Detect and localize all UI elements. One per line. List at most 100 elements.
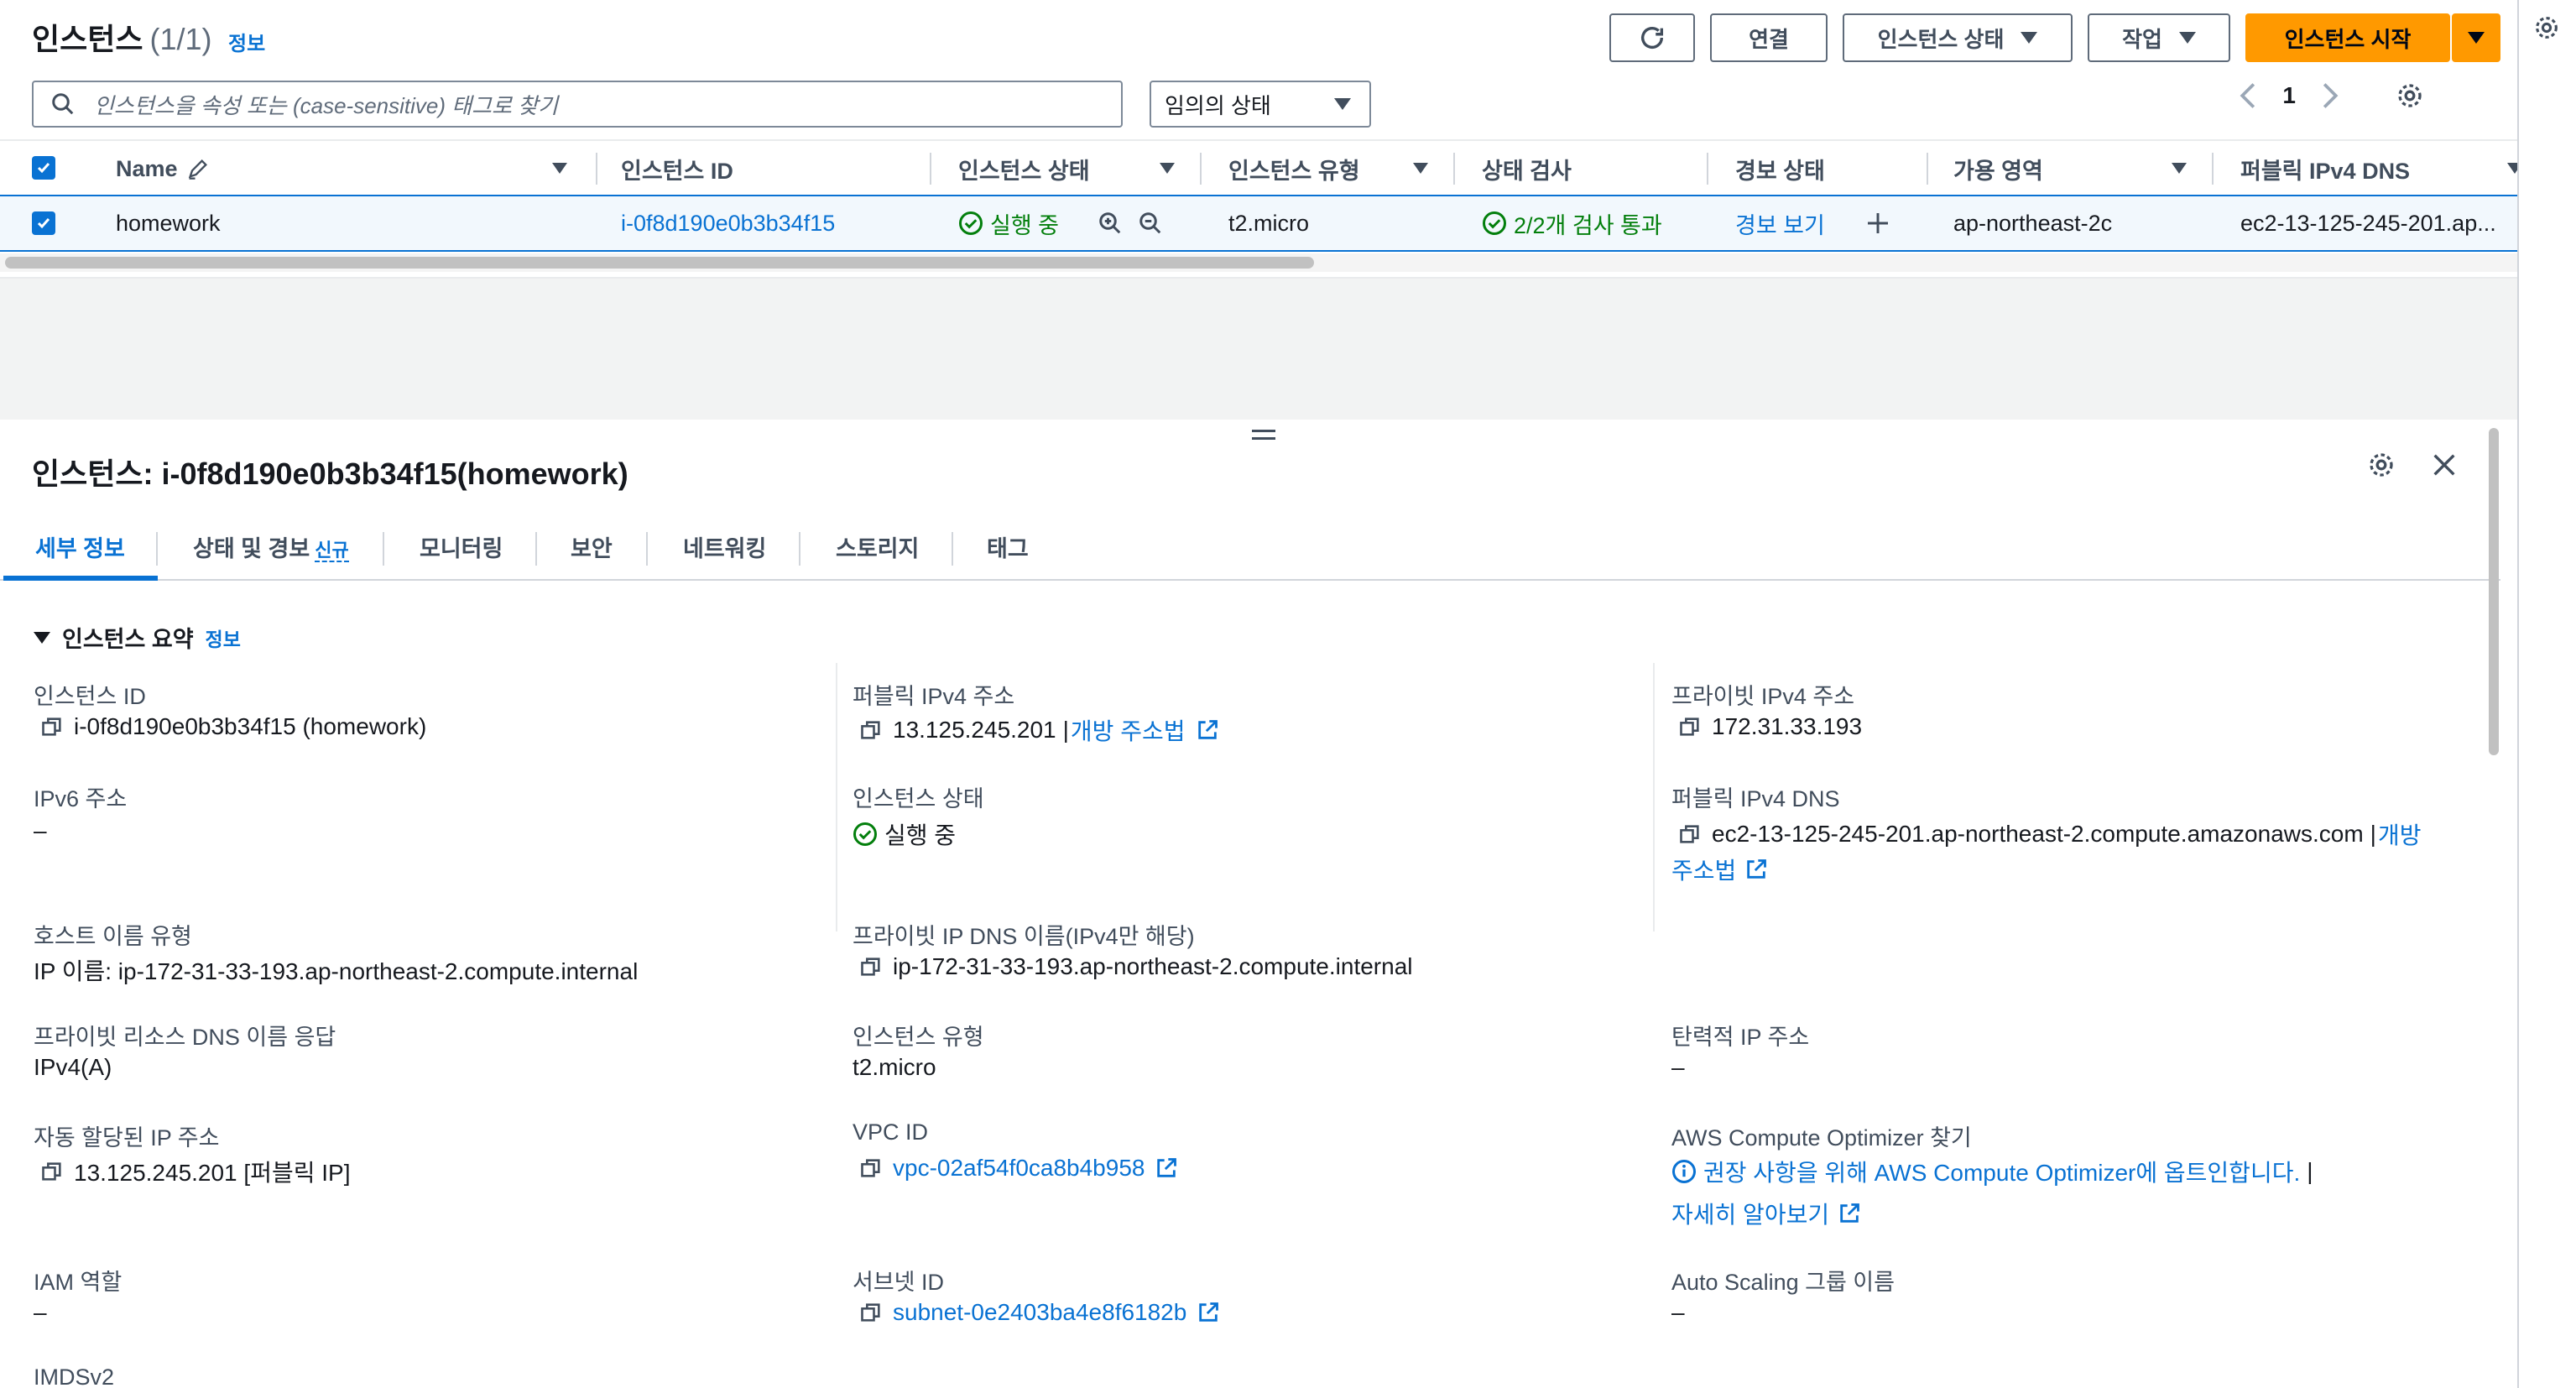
row-public-dns: ec2-13-125-245-201.ap...: [2240, 210, 2496, 236]
settings-icon[interactable]: [2532, 13, 2561, 42]
tab-networking[interactable]: 네트워킹: [683, 530, 766, 563]
pencil-icon: [188, 159, 207, 180]
sort-icon[interactable]: [552, 163, 567, 174]
instance-state-label: 인스턴스 상태: [853, 786, 984, 811]
elastic-ip-value: –: [1671, 1054, 1685, 1080]
copy-icon[interactable]: [1678, 822, 1702, 846]
column-name[interactable]: Name: [116, 141, 210, 196]
row-name: homework: [116, 210, 221, 236]
column-alarm-status[interactable]: 경보 상태: [1735, 141, 1825, 196]
compute-optimizer-value: 권장 사항을 위해 AWS Compute Optimizer에 옵트인합니다.…: [1671, 1155, 2313, 1188]
vpc-id-value: vpc-02af54f0ca8b4b958: [859, 1155, 1178, 1182]
caret-down-icon: [2468, 32, 2485, 44]
tab-tags[interactable]: 태그: [987, 530, 1029, 563]
row-status-check: 2/2개 검사 통과: [1482, 196, 1662, 250]
column-status-check[interactable]: 상태 검사: [1482, 141, 1572, 196]
column-public-dns[interactable]: 퍼블릭 IPv4 DNS: [2240, 141, 2410, 196]
column-availability-zone[interactable]: 가용 영역: [1953, 141, 2043, 196]
caret-down-icon: [2178, 32, 2196, 44]
add-alarm-button[interactable]: [1864, 196, 1891, 250]
auto-assigned-ip-value: 13.125.245.201 [퍼블릭 IP]: [40, 1155, 351, 1188]
open-address-link[interactable]: 개방 주소법: [1071, 713, 1186, 747]
chevron-left-icon[interactable]: [2239, 81, 2257, 110]
learn-more-link[interactable]: 자세히 알아보기: [1671, 1197, 1861, 1230]
copy-icon[interactable]: [1678, 715, 1702, 738]
private-ip-dns-label: 프라이빗 IP DNS 이름(IPv4만 해당): [853, 924, 1195, 949]
instance-id-label: 인스턴스 ID: [34, 684, 146, 709]
row-instance-type: t2.micro: [1228, 210, 1310, 236]
copy-icon[interactable]: [40, 1160, 64, 1183]
info-circle-icon: [1672, 1160, 1696, 1183]
private-ipv4-value: 172.31.33.193: [1678, 713, 1862, 740]
info-link[interactable]: 정보: [228, 27, 265, 56]
launch-options-button[interactable]: [2452, 13, 2500, 62]
horizontal-scrollbar[interactable]: [0, 253, 2526, 272]
chevron-right-icon[interactable]: [2321, 81, 2339, 110]
asg-name-value: –: [1671, 1299, 1685, 1325]
column-instance-state[interactable]: 인스턴스 상태: [958, 141, 1090, 196]
copy-icon[interactable]: [859, 1301, 883, 1324]
sort-icon[interactable]: [1413, 163, 1428, 174]
private-dns-response-value: IPv4(A): [34, 1054, 112, 1080]
tab-storage[interactable]: 스토리지: [836, 530, 919, 563]
row-checkbox[interactable]: [32, 211, 55, 235]
page-title: 인스턴스 (1/1): [32, 22, 212, 56]
copy-icon[interactable]: [40, 715, 64, 738]
caret-down-icon: [2021, 32, 2038, 44]
new-badge: 신규: [315, 540, 349, 562]
status-ok-icon: [959, 211, 983, 235]
search-placeholder: 인스턴스을 속성 또는 (case-sensitive) 태그로 찾기: [94, 92, 559, 118]
row-view-alarms-link[interactable]: 경보 보기: [1735, 196, 1825, 250]
instance-summary-header[interactable]: 인스턴스 요약 정보: [34, 621, 241, 654]
instance-state-button[interactable]: 인스턴스 상태: [1843, 13, 2073, 62]
tab-monitoring[interactable]: 모니터링: [420, 530, 503, 563]
select-all-checkbox[interactable]: [32, 156, 55, 180]
iam-role-label: IAM 역할: [34, 1270, 123, 1295]
row-instance-id-link[interactable]: i-0f8d190e0b3b34f15: [621, 196, 835, 250]
actions-button[interactable]: 작업: [2088, 13, 2230, 62]
status-ok-icon: [853, 822, 877, 846]
table-empty-area: [0, 277, 2526, 420]
state-filter-select[interactable]: 임의의 상태: [1150, 81, 1371, 128]
column-instance-type[interactable]: 인스턴스 유형: [1228, 141, 1360, 196]
vertical-scrollbar[interactable]: [2485, 428, 2502, 1388]
launch-instance-button[interactable]: 인스턴스 시작: [2245, 13, 2450, 62]
instance-type-label: 인스턴스 유형: [853, 1025, 984, 1050]
open-address-link-1[interactable]: 개방: [2378, 817, 2422, 851]
zoom-out-icon[interactable]: [1138, 211, 1163, 236]
search-input[interactable]: 인스턴스을 속성 또는 (case-sensitive) 태그로 찾기: [32, 81, 1123, 128]
refresh-button[interactable]: [1609, 13, 1695, 62]
open-address-link-2[interactable]: 주소법: [1671, 853, 1768, 886]
sort-icon[interactable]: [2172, 163, 2187, 174]
external-link-icon: [1157, 1158, 1177, 1177]
plus-icon: [1868, 213, 1888, 233]
tab-details[interactable]: 세부 정보: [35, 530, 125, 563]
current-page[interactable]: 1: [2282, 82, 2296, 109]
row-zoom-controls: [1098, 196, 1163, 250]
copy-icon[interactable]: [859, 718, 883, 742]
hostname-type-value: IP 이름: ip-172-31-33-193.ap-northeast-2.c…: [34, 958, 639, 984]
instance-state-value: 실행 중: [853, 817, 956, 851]
ipv6-value: –: [34, 817, 47, 843]
connect-button[interactable]: 연결: [1710, 13, 1828, 62]
vpc-id-link[interactable]: vpc-02af54f0ca8b4b958: [893, 1155, 1145, 1182]
column-instance-id[interactable]: 인스턴스 ID: [621, 141, 733, 196]
close-icon[interactable]: [2430, 451, 2459, 479]
copy-icon[interactable]: [859, 1156, 883, 1180]
table-row[interactable]: homework i-0f8d190e0b3b34f15 실행 중 t2.mic…: [0, 195, 2526, 252]
subnet-id-label: 서브넷 ID: [853, 1270, 945, 1295]
sort-icon[interactable]: [1160, 163, 1175, 174]
external-link-icon: [1197, 720, 1218, 739]
copy-icon[interactable]: [859, 955, 883, 978]
gear-icon[interactable]: [2366, 450, 2396, 480]
tab-status-alarms[interactable]: 상태 및 경보 신규: [193, 530, 349, 563]
section-info-link[interactable]: 정보: [206, 624, 241, 652]
subnet-id-link[interactable]: subnet-0e2403ba4e8f6182b: [893, 1299, 1186, 1326]
compute-optimizer-opt-in-link[interactable]: 권장 사항을 위해 AWS Compute Optimizer에 옵트인합니다.: [1703, 1155, 2300, 1188]
detail-tabs: 세부 정보 상태 및 경보 신규 모니터링 보안 네트워킹 스토리지 태그: [0, 512, 2500, 581]
tab-security[interactable]: 보안: [571, 530, 613, 563]
instance-count: (1/1): [149, 22, 212, 56]
gear-icon[interactable]: [2395, 81, 2425, 111]
row-availability-zone: ap-northeast-2c: [1953, 210, 2113, 236]
zoom-in-icon[interactable]: [1098, 211, 1123, 236]
